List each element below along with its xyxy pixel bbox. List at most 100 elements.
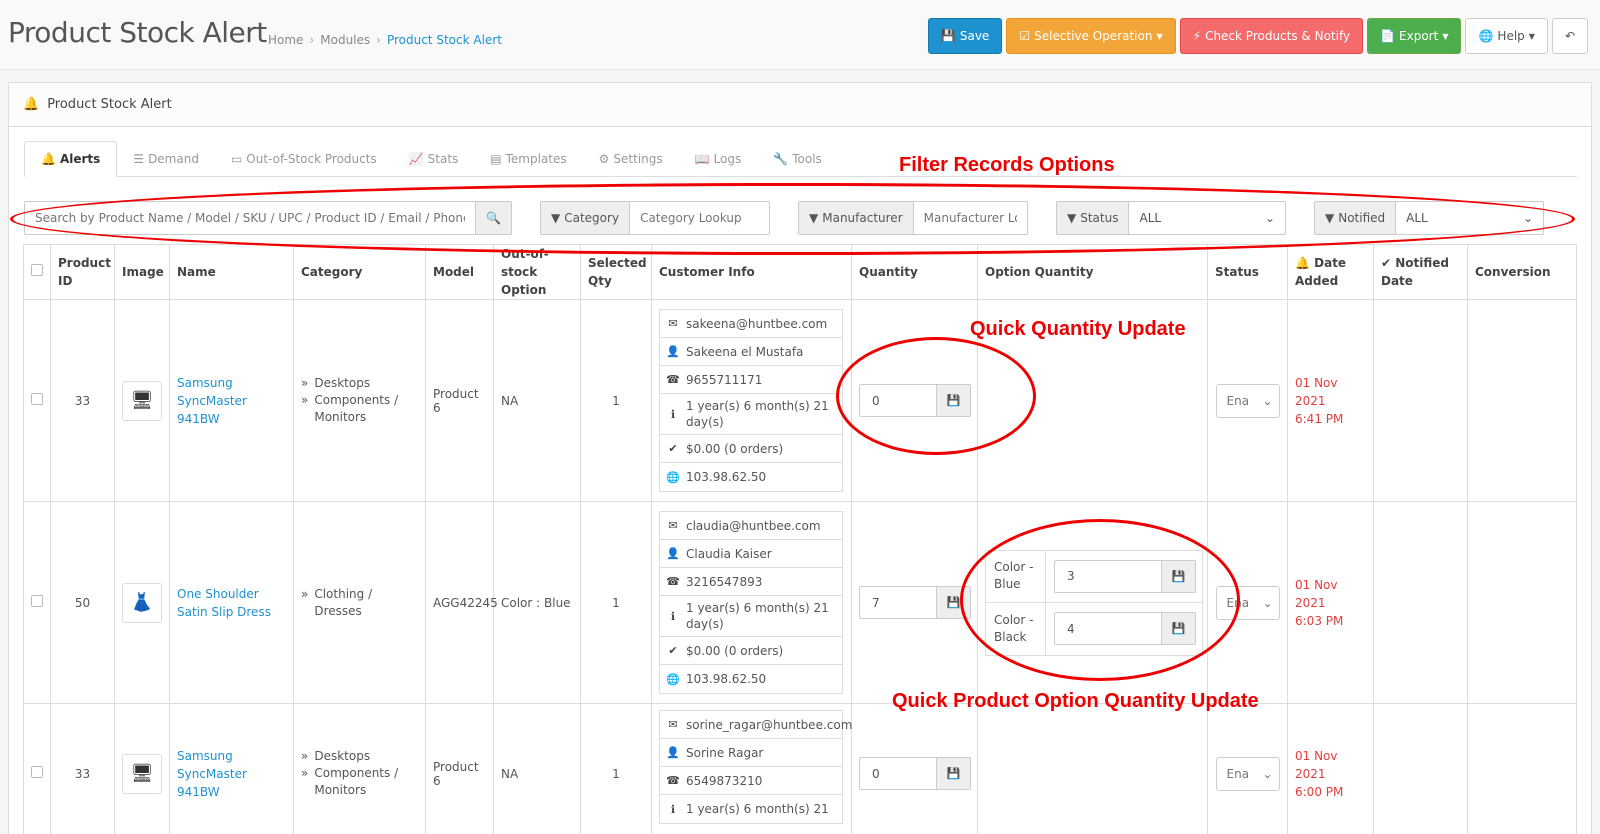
user-icon: 👤 bbox=[666, 345, 680, 358]
customer-info-cell: ✉ sorine_ragar@huntbee.com 👤 Sorine Ragar … bbox=[651, 703, 852, 834]
status-select[interactable]: Ena ⌄ bbox=[1215, 585, 1280, 620]
tab-out-of-stock[interactable]: ▭ Out-of-Stock Products bbox=[215, 141, 393, 177]
floppy-icon: 💾 bbox=[946, 596, 961, 609]
search-input[interactable] bbox=[25, 202, 475, 234]
status-select[interactable]: Ena ⌄ bbox=[1215, 383, 1280, 418]
tab-demand[interactable]: ☰ Demand bbox=[117, 141, 215, 177]
customer-phone-item: ☎ 9655711171 bbox=[660, 366, 842, 394]
selective-operation-button[interactable]: ☑ Selective Operation ▼ bbox=[1006, 18, 1176, 54]
notified-select[interactable]: ALL ⌄ bbox=[1396, 202, 1543, 234]
product-thumbnail[interactable]: 👗 bbox=[122, 582, 162, 623]
notified-date-cell bbox=[1373, 703, 1468, 834]
col-quantity[interactable]: Quantity bbox=[851, 244, 978, 300]
check-products-notify-button[interactable]: ⚡ Check Products & Notify bbox=[1179, 18, 1364, 54]
option-quantity-input-group: 3 💾 bbox=[1054, 559, 1196, 593]
notified-filter: ▼ Notified ALL ⌄ bbox=[1314, 201, 1544, 235]
conversion-cell bbox=[1467, 703, 1577, 834]
save-button[interactable]: 💾 Save bbox=[927, 18, 1003, 54]
col-conversion: Conversion bbox=[1467, 244, 1577, 300]
select-all-cell bbox=[23, 244, 51, 300]
phone-icon: ☎ bbox=[666, 774, 680, 787]
tab-label: Demand bbox=[148, 152, 199, 166]
image-cell: 🖥 bbox=[114, 299, 170, 502]
tab-templates[interactable]: ▤ Templates bbox=[474, 141, 582, 177]
breadcrumb: Home › Modules › Product Stock Alert bbox=[268, 33, 502, 47]
manufacturer-lookup-input[interactable] bbox=[913, 202, 1027, 234]
double-chevron-icon: » bbox=[301, 376, 309, 390]
chevron-down-icon: ⌄ bbox=[1522, 211, 1533, 225]
save-quantity-button[interactable]: 💾 bbox=[936, 758, 970, 789]
tab-tools[interactable]: 🔧 Tools bbox=[757, 141, 838, 177]
filter-icon: ▼ bbox=[809, 211, 819, 225]
file-icon: 📄 bbox=[1380, 29, 1396, 43]
name-cell: Samsung SyncMaster 941BW bbox=[169, 703, 294, 834]
quantity-input[interactable]: 7 bbox=[860, 587, 936, 618]
save-option-quantity-button[interactable]: 💾 bbox=[1161, 560, 1195, 592]
col-model[interactable]: Model bbox=[425, 244, 494, 300]
product-name-link[interactable]: One Shoulder Satin Slip Dress bbox=[177, 587, 271, 619]
col-status[interactable]: Status bbox=[1207, 244, 1288, 300]
option-row: Color - Blue 3 💾 bbox=[986, 550, 1202, 603]
save-quantity-button[interactable]: 💾 bbox=[936, 587, 970, 618]
col-product-id[interactable]: Product ID bbox=[50, 244, 115, 300]
filter-icon: ▼ bbox=[1067, 211, 1077, 225]
back-button[interactable]: ↶ bbox=[1551, 18, 1588, 54]
tab-stats[interactable]: 📈 Stats bbox=[393, 141, 475, 177]
save-quantity-button[interactable]: 💾 bbox=[936, 385, 970, 416]
breadcrumb-home[interactable]: Home bbox=[268, 33, 303, 47]
floppy-icon: 💾 bbox=[940, 29, 956, 43]
customer-spent: $0.00 (0 orders) bbox=[686, 441, 784, 456]
annotation-filter-records: Filter Records Options bbox=[899, 154, 1115, 176]
date-added: 01 Nov 2021 bbox=[1295, 748, 1338, 781]
category-lookup-input[interactable] bbox=[630, 202, 769, 234]
notified-label-text: Notified bbox=[1338, 211, 1386, 225]
info-icon: ℹ bbox=[670, 609, 676, 623]
col-oos-option: Out-of-stock Option bbox=[493, 244, 581, 300]
dress-icon: 👗 bbox=[130, 592, 154, 613]
col-name[interactable]: Name bbox=[169, 244, 294, 300]
tab-alerts[interactable]: 🔔 Alerts bbox=[24, 141, 118, 177]
status-select[interactable]: ALL ⌄ bbox=[1129, 202, 1285, 234]
product-name-link[interactable]: Samsung SyncMaster 941BW bbox=[177, 749, 247, 799]
breadcrumb-current[interactable]: Product Stock Alert bbox=[387, 33, 502, 47]
check-icon: ✔ bbox=[1381, 256, 1392, 270]
time-added: 6:41 PM bbox=[1295, 411, 1344, 426]
product-name-link[interactable]: Samsung SyncMaster 941BW bbox=[177, 376, 247, 426]
option-quantity-input[interactable]: 3 bbox=[1055, 561, 1161, 592]
category-cell: » Desktops » Components / Monitors bbox=[293, 299, 426, 502]
save-option-quantity-button[interactable]: 💾 bbox=[1161, 613, 1195, 644]
customer-age-item: ℹ 1 year(s) 6 month(s) 21 day(s) bbox=[660, 394, 842, 435]
notified-filter-label: ▼ Notified bbox=[1315, 202, 1397, 234]
status-select[interactable]: Ena ⌄ bbox=[1215, 756, 1280, 791]
row-checkbox[interactable] bbox=[31, 766, 43, 778]
check-icon: ✔ bbox=[668, 644, 678, 657]
product-thumbnail[interactable]: 🖥 bbox=[122, 753, 162, 794]
col-image: Image bbox=[114, 244, 170, 300]
row-checkbox[interactable] bbox=[31, 393, 43, 405]
tab-logs[interactable]: 📖 Logs bbox=[679, 141, 758, 177]
quantity-input[interactable]: 0 bbox=[860, 385, 936, 416]
quantity-input-group: 7 💾 bbox=[859, 586, 971, 619]
col-notified-date[interactable]: ✔ Notified Date bbox=[1373, 244, 1468, 300]
select-all-checkbox[interactable] bbox=[31, 264, 43, 276]
help-button[interactable]: 🌐 Help ▼ bbox=[1465, 18, 1548, 54]
globe-icon: 🌐 bbox=[666, 470, 680, 484]
option-quantity-input[interactable]: 4 bbox=[1055, 613, 1161, 644]
col-date-added[interactable]: 🔔 Date Added bbox=[1287, 244, 1374, 300]
product-id: 33 bbox=[50, 703, 115, 834]
tab-label: Settings bbox=[613, 152, 663, 166]
option-row: Color - Black 4 💾 bbox=[986, 602, 1202, 655]
quantity-input[interactable]: 0 bbox=[860, 758, 936, 789]
row-checkbox[interactable] bbox=[31, 595, 43, 607]
floppy-icon: 💾 bbox=[946, 394, 961, 407]
customer-phone-item: ☎ 3216547893 bbox=[660, 568, 842, 596]
tab-settings[interactable]: ⚙ Settings bbox=[583, 141, 679, 177]
search-button[interactable]: 🔍 bbox=[475, 202, 511, 234]
customer-name: Sorine Ragar bbox=[686, 745, 764, 760]
status-cell: Ena ⌄ bbox=[1207, 703, 1288, 834]
reply-icon: ↶ bbox=[1564, 29, 1575, 43]
export-button[interactable]: 📄 Export ▼ bbox=[1367, 18, 1462, 54]
col-category[interactable]: Category bbox=[293, 244, 426, 300]
product-thumbnail[interactable]: 🖥 bbox=[122, 380, 162, 421]
breadcrumb-modules[interactable]: Modules bbox=[320, 33, 370, 47]
